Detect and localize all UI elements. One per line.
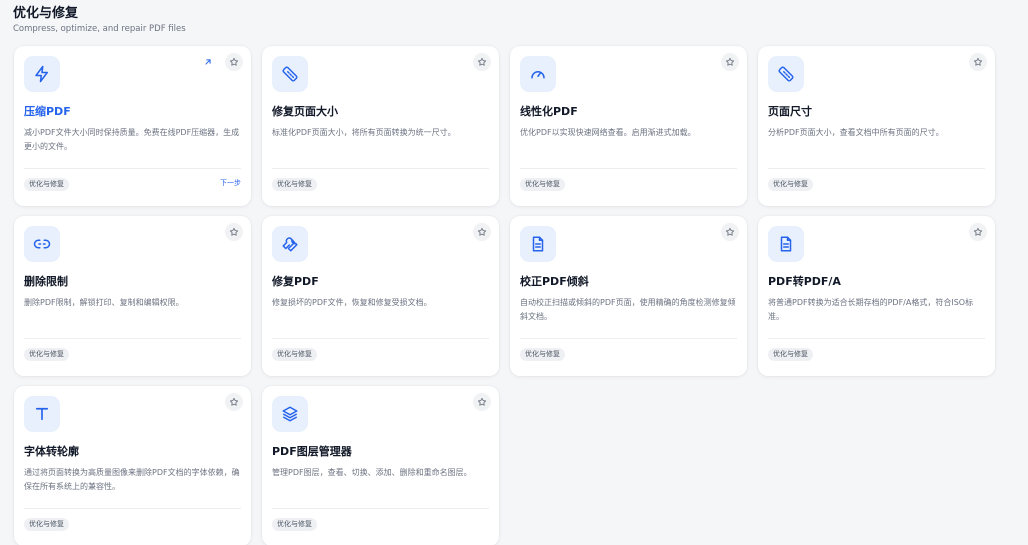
card-description: 删除PDF限制，解锁打印、复制和编辑权限。 (24, 298, 184, 307)
card-description: 修复损坏的PDF文件，恢复和修复受损文档。 (272, 298, 432, 307)
ruler-icon (768, 56, 804, 92)
unlink-icon (24, 226, 60, 262)
card-description: 将普通PDF转换为适合长期存档的PDF/A格式，符合ISO标准。 (768, 298, 974, 321)
zap-icon (24, 56, 60, 92)
tool-page: 优化与修复 Compress, optimize, and repair PDF… (0, 0, 1028, 545)
card-divider (24, 338, 241, 339)
category-tag: 优化与修复 (24, 518, 69, 531)
gauge-icon (520, 56, 556, 92)
card-divider (520, 338, 737, 339)
page-subtitle: Compress, optimize, and repair PDF files (13, 24, 186, 34)
favorite-star-icon[interactable] (721, 53, 739, 71)
layers-icon (272, 396, 308, 432)
card-description: 减小PDF文件大小同时保持质量。免费在线PDF压缩器，生成更小的文件。 (24, 128, 240, 151)
open-arrow-icon[interactable] (201, 55, 215, 69)
category-tag: 优化与修复 (24, 178, 69, 191)
favorite-star-icon[interactable] (225, 223, 243, 241)
card-divider (272, 508, 489, 509)
card-title: 页面尺寸 (768, 105, 812, 118)
card-description: 分析PDF页面大小，查看文档中所有页面的尺寸。 (768, 128, 944, 137)
favorite-star-icon[interactable] (969, 223, 987, 241)
tool-card-pdf-layer-manager[interactable]: PDF图层管理器 管理PDF图层，查看、切换、添加、删除和重命名图层。 优化与修… (262, 386, 499, 545)
category-tag: 优化与修复 (272, 178, 317, 191)
tool-card-font-to-outline[interactable]: 字体转轮廓 通过将页面转换为高质量图像来删除PDF文档的字体依赖，确保在所有系统… (14, 386, 251, 545)
card-title: 修复PDF (272, 275, 319, 288)
category-tag: 优化与修复 (24, 348, 69, 361)
tool-card-compress-pdf[interactable]: 压缩PDF 减小PDF文件大小同时保持质量。免费在线PDF压缩器，生成更小的文件… (14, 46, 251, 206)
card-title: 删除限制 (24, 275, 68, 288)
card-divider (768, 168, 985, 169)
card-title: 修复页面大小 (272, 105, 338, 118)
ruler-icon (272, 56, 308, 92)
file-icon (768, 226, 804, 262)
favorite-star-icon[interactable] (225, 53, 243, 71)
tool-card-page-dimensions[interactable]: 页面尺寸 分析PDF页面大小，查看文档中所有页面的尺寸。 优化与修复 (758, 46, 995, 206)
tool-card-deskew-pdf[interactable]: 校正PDF倾斜 自动校正扫描或倾斜的PDF页面，使用精确的角度检测修复倾斜文档。… (510, 216, 747, 376)
favorite-star-icon[interactable] (473, 53, 491, 71)
card-divider (272, 168, 489, 169)
page-title: 优化与修复 (13, 6, 79, 21)
next-step-link[interactable]: 下一步 (220, 179, 241, 188)
tool-card-pdf-to-pdfa[interactable]: PDF转PDF/A 将普通PDF转换为适合长期存档的PDF/A格式，符合ISO标… (758, 216, 995, 376)
category-tag: 优化与修复 (768, 178, 813, 191)
card-description: 优化PDF以实现快速网络查看。启用渐进式加载。 (520, 128, 696, 137)
card-description: 标准化PDF页面大小，将所有页面转换为统一尺寸。 (272, 128, 456, 137)
category-tag: 优化与修复 (520, 348, 565, 361)
favorite-star-icon[interactable] (969, 53, 987, 71)
category-tag: 优化与修复 (272, 518, 317, 531)
card-title: 压缩PDF (24, 105, 71, 118)
card-divider (520, 168, 737, 169)
card-title: PDF转PDF/A (768, 275, 841, 288)
file-icon (520, 226, 556, 262)
card-description: 通过将页面转换为高质量图像来删除PDF文档的字体依赖，确保在所有系统上的兼容性。 (24, 468, 240, 491)
favorite-star-icon[interactable] (721, 223, 739, 241)
type-icon (24, 396, 60, 432)
card-title: 校正PDF倾斜 (520, 275, 589, 288)
card-title: 线性化PDF (520, 105, 578, 118)
category-tag: 优化与修复 (272, 348, 317, 361)
card-divider (272, 338, 489, 339)
page-header: 优化与修复 Compress, optimize, and repair PDF… (13, 6, 186, 35)
card-title: 字体转轮廓 (24, 445, 79, 458)
card-description: 管理PDF图层，查看、切换、添加、删除和重命名图层。 (272, 468, 472, 477)
favorite-star-icon[interactable] (473, 393, 491, 411)
tool-card-fix-page-size[interactable]: 修复页面大小 标准化PDF页面大小，将所有页面转换为统一尺寸。 优化与修复 (262, 46, 499, 206)
card-divider (768, 338, 985, 339)
tool-card-remove-restrictions[interactable]: 删除限制 删除PDF限制，解锁打印、复制和编辑权限。 优化与修复 (14, 216, 251, 376)
tool-card-linearize-pdf[interactable]: 线性化PDF 优化PDF以实现快速网络查看。启用渐进式加载。 优化与修复 (510, 46, 747, 206)
tool-card-repair-pdf[interactable]: 修复PDF 修复损坏的PDF文件，恢复和修复受损文档。 优化与修复 (262, 216, 499, 376)
category-tag: 优化与修复 (520, 178, 565, 191)
favorite-star-icon[interactable] (225, 393, 243, 411)
card-divider (24, 508, 241, 509)
wrench-icon (272, 226, 308, 262)
card-title: PDF图层管理器 (272, 445, 352, 458)
category-tag: 优化与修复 (768, 348, 813, 361)
card-description: 自动校正扫描或倾斜的PDF页面，使用精确的角度检测修复倾斜文档。 (520, 298, 736, 321)
card-divider (24, 168, 241, 169)
favorite-star-icon[interactable] (473, 223, 491, 241)
